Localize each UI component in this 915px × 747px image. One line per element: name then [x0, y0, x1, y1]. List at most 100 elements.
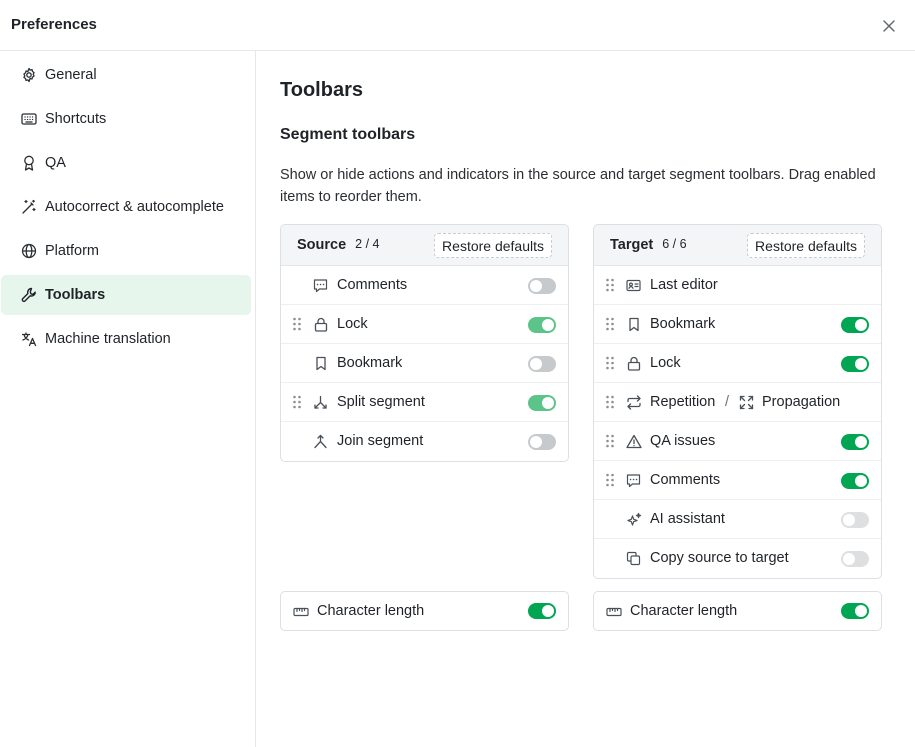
- dialog-title: Preferences: [11, 16, 97, 33]
- main-content: Toolbars Segment toolbars Show or hide a…: [256, 51, 915, 747]
- toolbar-item-label: Bookmark: [650, 316, 716, 332]
- character-length-label: Character length: [630, 603, 738, 619]
- bookmark-icon: [625, 316, 642, 333]
- toolbar-item-label: Bookmark: [337, 355, 403, 371]
- toolbar-item-label: Copy source to target: [650, 550, 789, 566]
- target-item-last-editor: Last editor: [594, 266, 881, 305]
- target-panel-header: Target 6 / 6 Restore defaults: [594, 225, 881, 266]
- target-comments-toggle[interactable]: [841, 473, 869, 489]
- drag-handle-icon[interactable]: [605, 278, 615, 292]
- sidebar: General Shortcuts QA Autocorrect & autoc…: [0, 51, 256, 747]
- toolbar-item-label: Repetition: [650, 394, 716, 410]
- source-lock-toggle[interactable]: [528, 317, 556, 333]
- target-copy-source-toggle[interactable]: [841, 551, 869, 567]
- sidebar-item-autocorrect[interactable]: Autocorrect & autocomplete: [1, 187, 251, 227]
- target-item-lock: Lock: [594, 344, 881, 383]
- source-join-segment-toggle[interactable]: [528, 434, 556, 450]
- ruler-icon: [605, 603, 622, 620]
- source-character-length-toggle[interactable]: [528, 603, 556, 619]
- sparkle-icon: [625, 511, 642, 528]
- drag-handle-icon[interactable]: [292, 395, 302, 409]
- source-character-length: Character length: [280, 591, 569, 631]
- sidebar-item-label: QA: [45, 155, 66, 171]
- sidebar-item-label: Platform: [45, 243, 99, 259]
- bookmark-icon: [312, 355, 329, 372]
- drag-handle-icon[interactable]: [605, 356, 615, 370]
- sidebar-item-label: Machine translation: [45, 331, 171, 347]
- sidebar-item-toolbars[interactable]: Toolbars: [1, 275, 251, 315]
- award-icon: [20, 154, 38, 172]
- sidebar-item-shortcuts[interactable]: Shortcuts: [1, 99, 251, 139]
- toolbar-item-label: Comments: [337, 277, 408, 293]
- page-title: Toolbars: [280, 79, 363, 101]
- target-character-length: Character length: [593, 591, 882, 631]
- dialog-header: Preferences: [0, 0, 915, 51]
- magic-wand-icon: [20, 198, 38, 216]
- drag-handle-icon[interactable]: [605, 395, 615, 409]
- globe-icon: [20, 242, 38, 260]
- target-item-comments: Comments: [594, 461, 881, 500]
- target-lock-toggle[interactable]: [841, 356, 869, 372]
- sidebar-item-machine-translation[interactable]: Machine translation: [1, 319, 251, 359]
- target-character-length-toggle[interactable]: [841, 603, 869, 619]
- source-item-comments: Comments: [281, 266, 568, 305]
- target-restore-defaults-button[interactable]: Restore defaults: [747, 233, 865, 258]
- target-enabled-count: 6 / 6: [662, 237, 687, 251]
- drag-handle-icon[interactable]: [605, 317, 615, 331]
- toolbar-item-label: Join segment: [337, 433, 424, 449]
- sidebar-item-general[interactable]: General: [1, 55, 251, 95]
- drag-handle-icon[interactable]: [605, 473, 615, 487]
- source-comments-toggle[interactable]: [528, 278, 556, 294]
- source-item-bookmark: Bookmark: [281, 344, 568, 383]
- toolbar-item-label: Split segment: [337, 394, 425, 410]
- warning-icon: [625, 433, 642, 450]
- target-ai-assistant-toggle[interactable]: [841, 512, 869, 528]
- target-toolbar-panel: Target 6 / 6 Restore defaults Last edito…: [593, 224, 882, 579]
- source-split-segment-toggle[interactable]: [528, 395, 556, 411]
- sidebar-item-label: Toolbars: [45, 287, 106, 303]
- source-enabled-count: 2 / 4: [355, 237, 380, 251]
- target-item-bookmark: Bookmark: [594, 305, 881, 344]
- split-icon: [312, 394, 329, 411]
- source-item-lock: Lock: [281, 305, 568, 344]
- toolbar-item-label: Lock: [650, 355, 681, 371]
- section-title: Segment toolbars: [280, 126, 416, 143]
- toolbar-item-label: Propagation: [762, 394, 841, 410]
- target-item-copy-source: Copy source to target: [594, 539, 881, 578]
- drag-handle-icon[interactable]: [605, 434, 615, 448]
- gear-icon: [20, 66, 38, 84]
- section-description: Show or hide actions and indicators in t…: [280, 167, 876, 205]
- source-item-join-segment: Join segment: [281, 422, 568, 461]
- target-item-repetition-propagation: Repetition / Propagation: [594, 383, 881, 422]
- close-icon: [883, 20, 895, 32]
- target-qa-issues-toggle[interactable]: [841, 434, 869, 450]
- drag-handle-icon[interactable]: [292, 317, 302, 331]
- toolbar-item-label: Last editor: [650, 277, 718, 293]
- source-panel-title: Source: [297, 237, 347, 253]
- lock-icon: [625, 355, 642, 372]
- sidebar-item-platform[interactable]: Platform: [1, 231, 251, 271]
- character-length-label: Character length: [317, 603, 425, 619]
- source-toolbar-panel: Source 2 / 4 Restore defaults Comments L…: [280, 224, 569, 462]
- ruler-icon: [292, 603, 309, 620]
- repeat-icon: [625, 394, 642, 411]
- sidebar-item-qa[interactable]: QA: [1, 143, 251, 183]
- comment-icon: [312, 277, 329, 294]
- source-bookmark-toggle[interactable]: [528, 356, 556, 372]
- keyboard-icon: [20, 110, 38, 128]
- source-restore-defaults-button[interactable]: Restore defaults: [434, 233, 552, 258]
- id-card-icon: [625, 277, 642, 294]
- toolbar-item-label: Lock: [337, 316, 368, 332]
- lock-icon: [312, 316, 329, 333]
- close-button[interactable]: [879, 16, 899, 36]
- sidebar-item-label: Autocorrect & autocomplete: [45, 199, 224, 215]
- item-separator: /: [725, 394, 730, 410]
- expand-icon: [738, 394, 755, 411]
- target-bookmark-toggle[interactable]: [841, 317, 869, 333]
- toolbar-item-label: QA issues: [650, 433, 716, 449]
- join-icon: [312, 433, 329, 450]
- toolbar-item-label: Comments: [650, 472, 721, 488]
- comment-icon: [625, 472, 642, 489]
- target-item-ai-assistant: AI assistant: [594, 500, 881, 539]
- sidebar-item-label: Shortcuts: [45, 111, 107, 127]
